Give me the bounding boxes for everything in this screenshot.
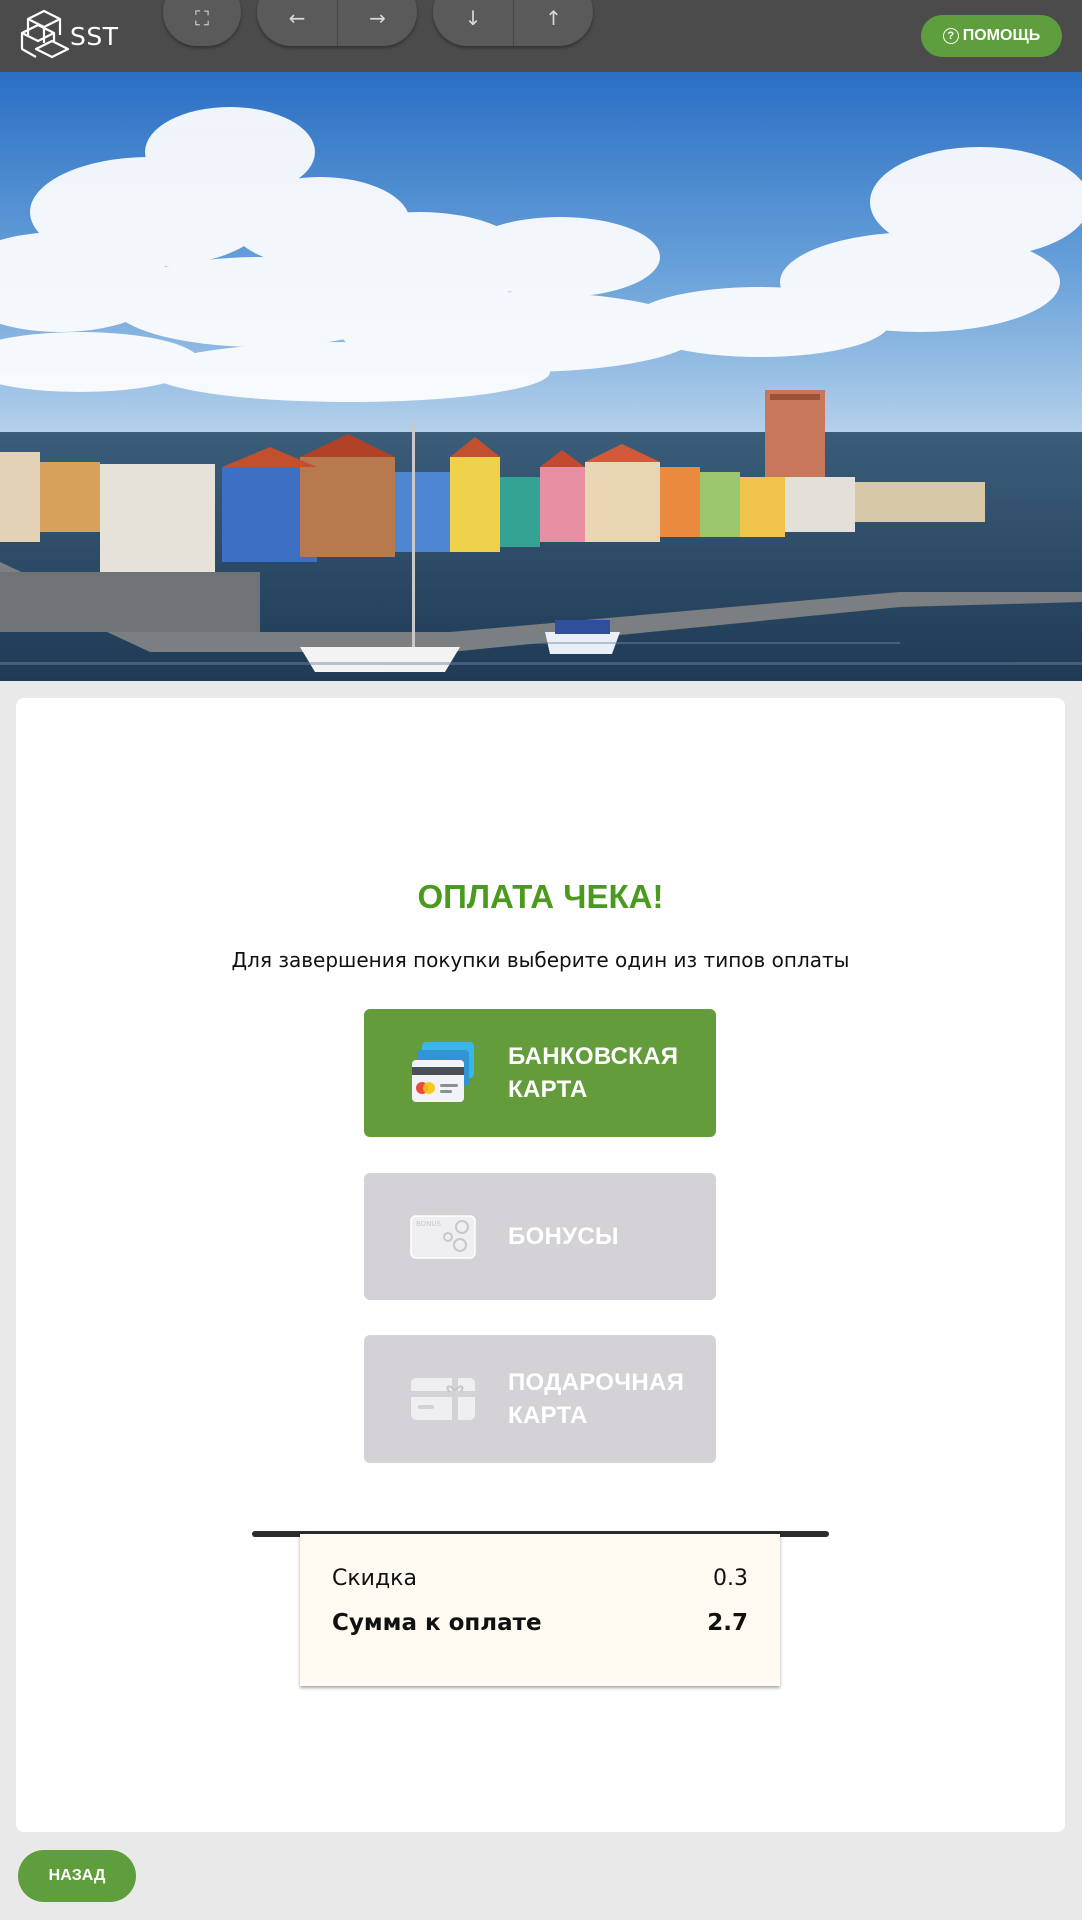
svg-text:BONUS: BONUS <box>416 1220 442 1228</box>
page-subtitle: Для завершения покупки выберите один из … <box>231 948 850 972</box>
discount-label: Скидка <box>332 1566 417 1591</box>
payment-card: ОПЛАТА ЧЕКА! Для завершения покупки выбе… <box>16 698 1065 1832</box>
help-icon: ? <box>942 28 959 44</box>
page-title: ОПЛАТА ЧЕКА! <box>417 878 664 915</box>
arrow-down-icon: ↓ <box>464 6 482 30</box>
gift-card-button[interactable]: ПОДАРОЧНАЯ КАРТА <box>364 1335 716 1463</box>
top-bar: SST ⛶ ← → ↓ ↑ ? ПОМОЩЬ <box>0 0 1082 72</box>
bank-card-label: БАНКОВСКАЯ КАРТА <box>508 1043 679 1103</box>
fullscreen-icon: ⛶ <box>195 6 209 30</box>
bonus-label: БОНУСЫ <box>508 1223 619 1250</box>
discount-row: Скидка 0.3 <box>332 1566 748 1591</box>
scroll-up-button[interactable]: ↑ <box>513 0 593 46</box>
fullscreen-button[interactable]: ⛶ <box>163 0 241 46</box>
arrow-left-icon: ← <box>288 6 306 30</box>
forward-nav-button[interactable]: → <box>337 0 417 46</box>
logo-text: SST <box>70 22 119 51</box>
gift-card-icon <box>411 1378 475 1420</box>
bank-card-icon <box>412 1042 474 1102</box>
history-controls: ← → <box>257 0 417 46</box>
arrow-up-icon: ↑ <box>545 6 562 30</box>
arrow-right-icon: → <box>369 6 386 30</box>
receipt: Скидка 0.3 Сумма к оплате 2.7 <box>300 1534 780 1686</box>
scroll-down-button[interactable]: ↓ <box>433 0 513 46</box>
help-button[interactable]: ? ПОМОЩЬ <box>921 15 1062 57</box>
hero-banner-image <box>0 72 1082 681</box>
total-row: Сумма к оплате 2.7 <box>332 1610 748 1636</box>
total-value: 2.7 <box>707 1610 748 1636</box>
discount-value: 0.3 <box>713 1566 748 1591</box>
bank-card-button[interactable]: БАНКОВСКАЯ КАРТА <box>364 1009 716 1137</box>
total-label: Сумма к оплате <box>332 1610 542 1636</box>
back-nav-button[interactable]: ← <box>257 0 337 46</box>
back-button[interactable]: НАЗАД <box>18 1850 136 1902</box>
sst-logo-icon <box>20 9 70 59</box>
bonus-button[interactable]: BONUS БОНУСЫ <box>364 1173 716 1300</box>
bonus-card-icon: BONUS <box>410 1214 476 1259</box>
scroll-controls: ↓ ↑ <box>433 0 593 46</box>
gift-card-label: ПОДАРОЧНАЯ КАРТА <box>508 1369 685 1429</box>
help-label: ПОМОЩЬ <box>962 27 1041 44</box>
fullscreen-control: ⛶ <box>163 0 241 46</box>
